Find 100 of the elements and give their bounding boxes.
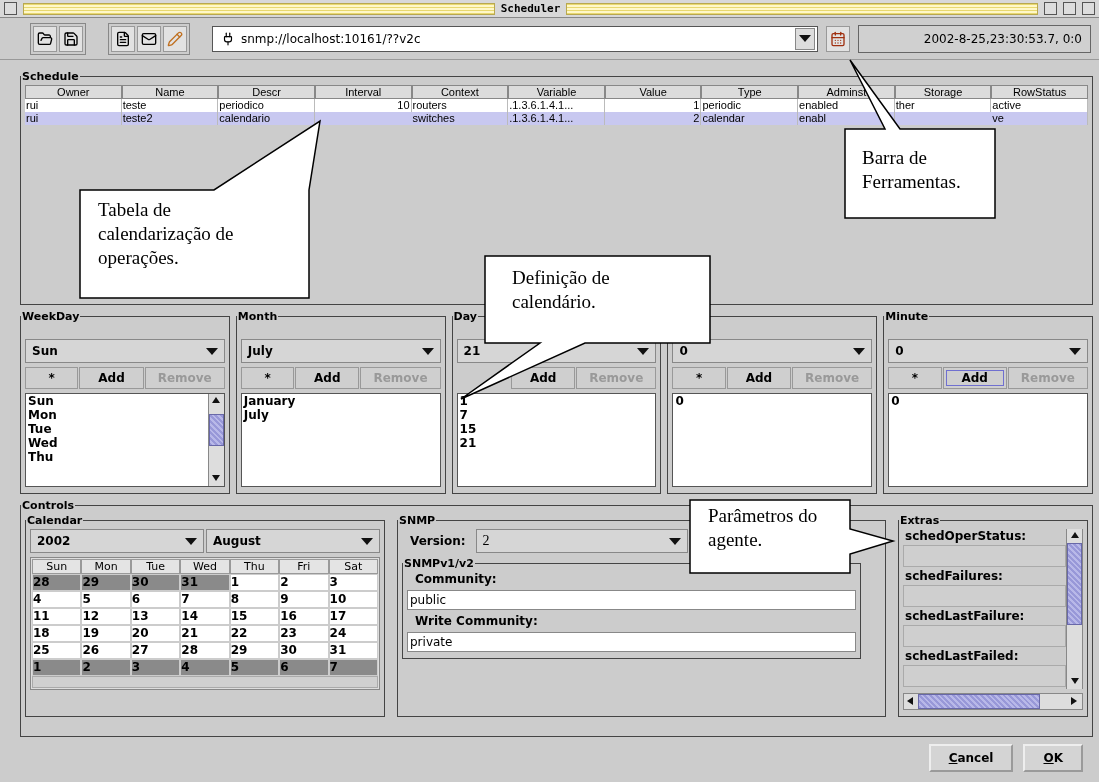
calendar-day[interactable]: 30 [130, 574, 181, 591]
calendar-day[interactable]: 29 [81, 574, 131, 591]
list-item[interactable]: Thu [26, 450, 208, 464]
calendar-day[interactable]: 1 [32, 659, 82, 676]
value-combo[interactable]: 0 [888, 339, 1088, 363]
scroll-up-icon[interactable] [212, 397, 221, 405]
dropdown-arrow-icon[interactable] [1069, 347, 1081, 355]
scroll-left-icon[interactable] [907, 697, 915, 705]
list-item[interactable]: 21 [457, 436, 656, 450]
calendar-day[interactable]: 2 [279, 574, 329, 591]
calendar-day[interactable]: 13 [130, 608, 181, 625]
list-item[interactable]: Sun [26, 394, 208, 408]
version-combo[interactable]: 2 [475, 529, 688, 553]
calendar-day[interactable]: 28 [180, 642, 230, 659]
document-button[interactable] [111, 25, 135, 52]
dialog-button[interactable]: Cancel [928, 744, 1014, 772]
calendar-day[interactable]: 15 [229, 608, 280, 625]
calendar-day[interactable]: 5 [81, 591, 131, 608]
list-item[interactable]: Wed [26, 436, 208, 450]
calendar-day[interactable]: 26 [81, 642, 131, 659]
calendar-day[interactable]: 12 [81, 608, 131, 625]
value-combo[interactable]: July [240, 339, 441, 363]
calendar-day[interactable]: 17 [328, 608, 378, 625]
value-combo[interactable]: 0 [672, 339, 873, 363]
calendar-day[interactable]: 9 [279, 591, 329, 608]
calendar-day[interactable]: 5 [229, 659, 280, 676]
calendar-day[interactable]: 20 [130, 625, 181, 642]
column-header[interactable]: Type [701, 85, 799, 99]
calendar-day[interactable]: 22 [229, 625, 280, 642]
window-menu-button[interactable] [4, 2, 17, 16]
calendar-day[interactable]: 4 [32, 591, 82, 608]
calendar-day[interactable]: 18 [32, 625, 82, 642]
year-combo[interactable]: 2002 [30, 529, 204, 553]
input-field[interactable] [903, 665, 1066, 687]
calendar-day[interactable]: 7 [328, 659, 378, 676]
calendar-day[interactable]: 31 [328, 642, 378, 659]
calendar-day[interactable]: 24 [328, 625, 378, 642]
calendar-day[interactable]: 8 [229, 591, 280, 608]
input-field[interactable] [903, 545, 1066, 567]
calendar-day[interactable]: 7 [180, 591, 230, 608]
calendar-day[interactable]: 27 [130, 642, 181, 659]
add-button[interactable]: Add [79, 367, 144, 389]
add-button[interactable]: Add [295, 367, 360, 389]
calendar-day[interactable]: 3 [130, 659, 181, 676]
list-item[interactable]: 0 [673, 394, 872, 408]
open-button[interactable] [33, 25, 57, 52]
maximize-button[interactable] [1082, 2, 1095, 16]
dropdown-arrow-icon[interactable] [421, 347, 434, 355]
calendar-day[interactable]: 14 [180, 608, 230, 625]
calendar-day[interactable]: 19 [81, 625, 131, 642]
shade-button[interactable] [1063, 2, 1076, 16]
calendar-day[interactable]: 25 [32, 642, 82, 659]
wildcard-button[interactable]: * [25, 367, 79, 389]
month-combo[interactable]: August [206, 529, 380, 553]
dropdown-arrow-icon[interactable] [853, 347, 866, 355]
column-header[interactable]: Descr [218, 85, 315, 99]
list-item[interactable]: July [241, 408, 440, 422]
calendar-day[interactable]: 28 [32, 574, 82, 591]
save-button[interactable] [59, 25, 83, 52]
list-item[interactable]: January [241, 394, 440, 408]
list-item[interactable]: Tue [26, 422, 208, 436]
scroll-right-icon[interactable] [1071, 697, 1079, 705]
column-header[interactable]: Variable [508, 85, 605, 99]
calendar-button[interactable] [826, 25, 850, 52]
calendar-day[interactable]: 29 [229, 642, 280, 659]
input-field[interactable]: private [407, 632, 856, 652]
column-header[interactable]: Adminst [798, 85, 895, 99]
input-field[interactable]: public [407, 590, 856, 610]
table-row[interactable]: rui teste periodico 10 routers .1.3.6.1.4.1... 1 periodic enabled ther active [25, 99, 1088, 112]
add-button[interactable]: Add [942, 367, 1007, 389]
list-item[interactable]: 7 [457, 408, 656, 422]
dropdown-arrow-icon[interactable] [205, 347, 218, 355]
wildcard-button[interactable]: * [888, 367, 942, 389]
calendar-day[interactable]: 6 [130, 591, 181, 608]
dialog-button[interactable]: OK [1023, 744, 1083, 772]
calendar-day[interactable]: 31 [180, 574, 230, 591]
column-header[interactable]: Interval [314, 85, 412, 99]
scroll-down-icon[interactable] [1070, 678, 1079, 686]
calendar-day[interactable]: 23 [279, 625, 329, 642]
dropdown-arrow-icon[interactable] [799, 35, 811, 43]
scroll-down-icon[interactable] [212, 475, 221, 483]
column-header[interactable]: Owner [25, 85, 122, 99]
add-button[interactable]: Add [511, 367, 576, 389]
column-header[interactable]: Storage [894, 85, 992, 99]
calendar-day[interactable]: 4 [180, 659, 230, 676]
agent-url-combo[interactable]: snmp://localhost:10161/??v2c [212, 25, 818, 52]
scrollbar[interactable] [903, 693, 1083, 710]
value-combo[interactable]: Sun [25, 339, 225, 363]
calendar-day[interactable]: 30 [279, 642, 329, 659]
dropdown-arrow-icon[interactable] [185, 537, 197, 545]
list-item[interactable]: 0 [889, 394, 1087, 408]
scrollbar[interactable] [207, 394, 224, 486]
scrollbar[interactable] [1066, 529, 1082, 689]
wildcard-button[interactable]: * [672, 367, 726, 389]
list-item[interactable]: 15 [457, 422, 656, 436]
dropdown-arrow-icon[interactable] [637, 347, 650, 355]
calendar-day[interactable]: 21 [180, 625, 230, 642]
calendar-day[interactable]: 2 [81, 659, 131, 676]
column-header[interactable]: Context [411, 85, 509, 99]
dropdown-arrow-icon[interactable] [668, 537, 681, 545]
